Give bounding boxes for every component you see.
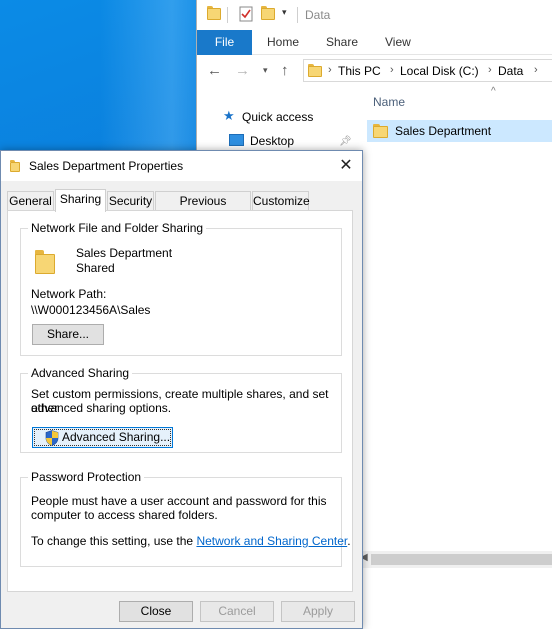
breadcrumb-this-pc[interactable]: This PC [338, 64, 381, 78]
folder-icon [10, 160, 20, 172]
close-button[interactable]: Close [119, 601, 193, 622]
pin-icon[interactable]: 📌︎ [339, 136, 352, 147]
dialog-body: General Sharing Security Previous Versio… [1, 181, 362, 628]
group-heading: Network File and Folder Sharing [28, 221, 207, 235]
tab-security[interactable]: Security [107, 191, 154, 211]
recent-locations-chevron-icon[interactable]: ▾ [263, 65, 268, 76]
share-button[interactable]: Share... [32, 324, 104, 345]
network-path-label: Network Path: [31, 287, 107, 301]
tab-share[interactable]: Share [326, 30, 358, 55]
list-item[interactable]: Sales Department [367, 120, 552, 142]
tab-previous-versions[interactable]: Previous Versions [155, 191, 251, 226]
sharing-panel: Network File and Folder Sharing Sales De… [7, 210, 353, 592]
file-name: Sales Department [395, 124, 492, 138]
dialog-title: Sales Department Properties [29, 159, 184, 173]
toolbar-divider [297, 7, 298, 23]
tab-home[interactable]: Home [267, 30, 299, 55]
nav-item-quick-access[interactable]: Quick access [242, 110, 313, 124]
properties-dialog: Sales Department Properties ✕ General Sh… [0, 150, 363, 629]
address-row: ← → ▾ ↑ › This PC › Local Disk (C:) › Da… [197, 56, 552, 86]
group-heading: Advanced Sharing [28, 366, 133, 380]
tab-customize[interactable]: Customize [252, 191, 310, 211]
tab-strip: General Sharing Security Previous Versio… [7, 189, 362, 226]
toolbar-divider [227, 7, 228, 23]
advanced-sharing-group: Advanced Sharing Set custom permissions,… [20, 366, 342, 453]
breadcrumb-separator-icon[interactable]: › [488, 64, 492, 76]
folder-icon [373, 124, 388, 138]
shared-folder-name: Sales Department [76, 246, 173, 260]
change-setting-prefix: To change this setting, use the [31, 534, 197, 548]
folder-icon [308, 64, 322, 77]
password-protection-group: Password Protection People must have a u… [20, 470, 351, 567]
properties-icon[interactable] [239, 6, 253, 22]
tab-file[interactable]: File [197, 30, 252, 55]
new-folder-icon[interactable] [261, 6, 275, 20]
nav-item-desktop[interactable]: Desktop [250, 134, 294, 148]
change-setting-text: To change this setting, use the Network … [31, 534, 351, 548]
network-sharing-center-link[interactable]: Network and Sharing Center [196, 534, 347, 548]
file-list: ^ Name Sales Department [357, 86, 552, 629]
share-status: Shared [76, 261, 115, 275]
folder-icon [35, 250, 55, 274]
cancel-button[interactable]: Cancel [200, 601, 274, 622]
desktop-icon [229, 134, 244, 146]
apply-button[interactable]: Apply [281, 601, 355, 622]
up-arrow-icon[interactable]: ↑ [281, 62, 289, 79]
group-heading: Password Protection [28, 470, 145, 484]
shield-icon [45, 430, 59, 446]
back-arrow-icon[interactable]: ← [207, 62, 222, 79]
tab-general[interactable]: General [7, 191, 54, 211]
scrollbar-thumb[interactable] [371, 554, 552, 565]
network-sharing-group: Network File and Folder Sharing Sales De… [20, 221, 342, 356]
window-title: Data [305, 8, 331, 22]
chevron-down-icon[interactable]: ▾ [282, 7, 287, 18]
password-protection-description: People must have a user account and pass… [31, 494, 327, 508]
star-icon: ★ [223, 108, 235, 123]
quick-access-toolbar: ▾ Data [197, 0, 552, 30]
breadcrumb-separator-icon[interactable]: › [534, 64, 538, 76]
network-path-value: \\W000123456A\Sales [31, 303, 151, 317]
address-bar[interactable]: › This PC › Local Disk (C:) › Data › [303, 59, 552, 82]
sort-ascending-icon: ^ [491, 86, 496, 97]
advanced-sharing-button[interactable]: Advanced Sharing... [32, 427, 173, 448]
ribbon-tabs: File Home Share View [197, 30, 552, 55]
dialog-title-bar[interactable]: Sales Department Properties ✕ [1, 151, 362, 181]
tab-view[interactable]: View [385, 30, 411, 55]
horizontal-scrollbar[interactable]: ◀ [357, 551, 552, 568]
breadcrumb-local-disk[interactable]: Local Disk (C:) [400, 64, 479, 78]
change-setting-suffix: . [347, 534, 351, 548]
tab-sharing[interactable]: Sharing [55, 189, 106, 212]
advanced-sharing-description: advanced sharing options. [31, 401, 172, 415]
column-header-name[interactable]: Name [373, 95, 405, 109]
breadcrumb-separator-icon[interactable]: › [328, 64, 332, 76]
close-icon[interactable]: ✕ [335, 155, 357, 177]
password-protection-description: computer to access shared folders. [31, 508, 218, 522]
breadcrumb-data[interactable]: Data [498, 64, 523, 78]
advanced-sharing-label: Advanced Sharing... [62, 430, 171, 444]
forward-arrow-icon[interactable]: → [235, 62, 250, 79]
breadcrumb-separator-icon[interactable]: › [390, 64, 394, 76]
folder-icon [207, 6, 221, 20]
